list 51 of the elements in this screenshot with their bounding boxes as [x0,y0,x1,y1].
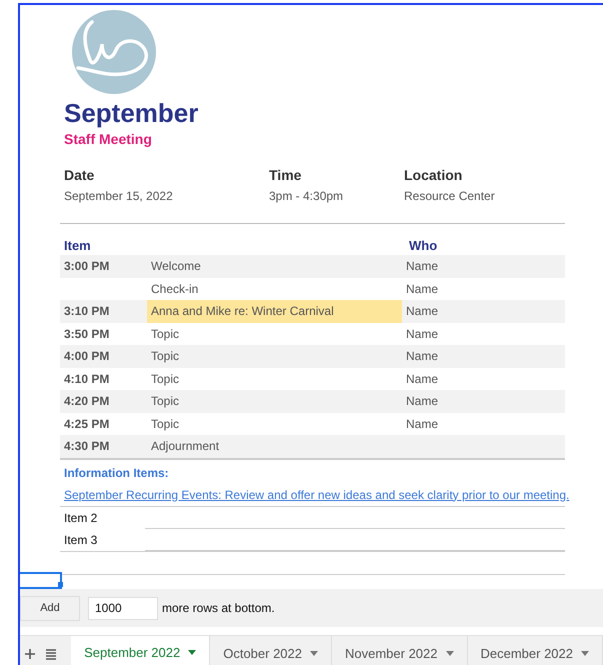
time-cell-text: 3:50 PM [63,326,110,343]
rows-label: more rows at bottom. [162,601,275,615]
info-item: Item 2 [63,510,98,526]
month-title: September [64,98,200,129]
events-link[interactable]: September Recurring Events: Review and offer new ideas and seek clarity prior to our meeting. [64,488,570,502]
item-cell-text: Topic [150,416,180,433]
item-cell-text: Topic [150,370,180,388]
column-header: Item [64,238,92,253]
caret-icon[interactable] [446,651,454,656]
fill-handle[interactable] [58,582,63,587]
menu-icon[interactable] [44,646,58,660]
who-cell-text: Name [405,326,440,343]
who-cell-text: Name [405,416,440,433]
info-heading: Information Items: [63,464,170,480]
time-cell-text: 3:10 PM [63,303,110,320]
time-cell-text: 4:25 PM [63,416,110,433]
detail-label: Location [404,167,464,183]
who-cell-text: Name [405,370,440,388]
time-cell-text: 4:20 PM [63,393,110,410]
who-cell-text: Name [405,393,440,410]
caret-icon[interactable] [310,651,318,656]
time-cell-text: 4:30 PM [63,438,110,456]
column-header: Who [409,238,438,253]
detail-value: September 15, 2022 [64,189,174,203]
item-cell-text: Check-in [150,280,200,298]
detail-value: 3pm - 4:30pm [269,189,344,203]
caret-icon[interactable] [581,651,589,656]
detail-value: Resource Center [404,189,496,203]
time-cell-text: 4:00 PM [63,348,110,366]
add-button[interactable]: Add [20,596,80,620]
who-cell-text: Name [405,348,440,366]
sheet-tab[interactable]: September 2022 [71,636,210,665]
who-cell-text: Name [405,258,440,276]
meeting-subtitle: Staff Meeting [64,131,153,147]
detail-label: Time [269,167,302,183]
item-cell-text: Welcome [150,258,202,276]
logo-icon [72,10,156,94]
item-cell: Anna and Mike re: Winter Carnival [147,300,402,322]
time-cell-text: 4:10 PM [63,370,110,388]
who-cell-text: Name [405,303,440,320]
detail-label: Date [64,167,96,183]
who-cell-text: Name [405,280,440,298]
rows-input[interactable]: 1000 [88,596,158,620]
item-cell-text: Topic [150,393,180,410]
add-sheet-icon[interactable] [23,646,38,660]
item-cell-text: Topic [150,326,180,343]
item-cell-text: Topic [150,348,180,366]
info-item: Item 3 [63,532,98,548]
caret-icon[interactable] [188,650,196,654]
item-cell-text: Adjournment [150,438,220,456]
time-cell-text: 3:00 PM [63,258,110,276]
